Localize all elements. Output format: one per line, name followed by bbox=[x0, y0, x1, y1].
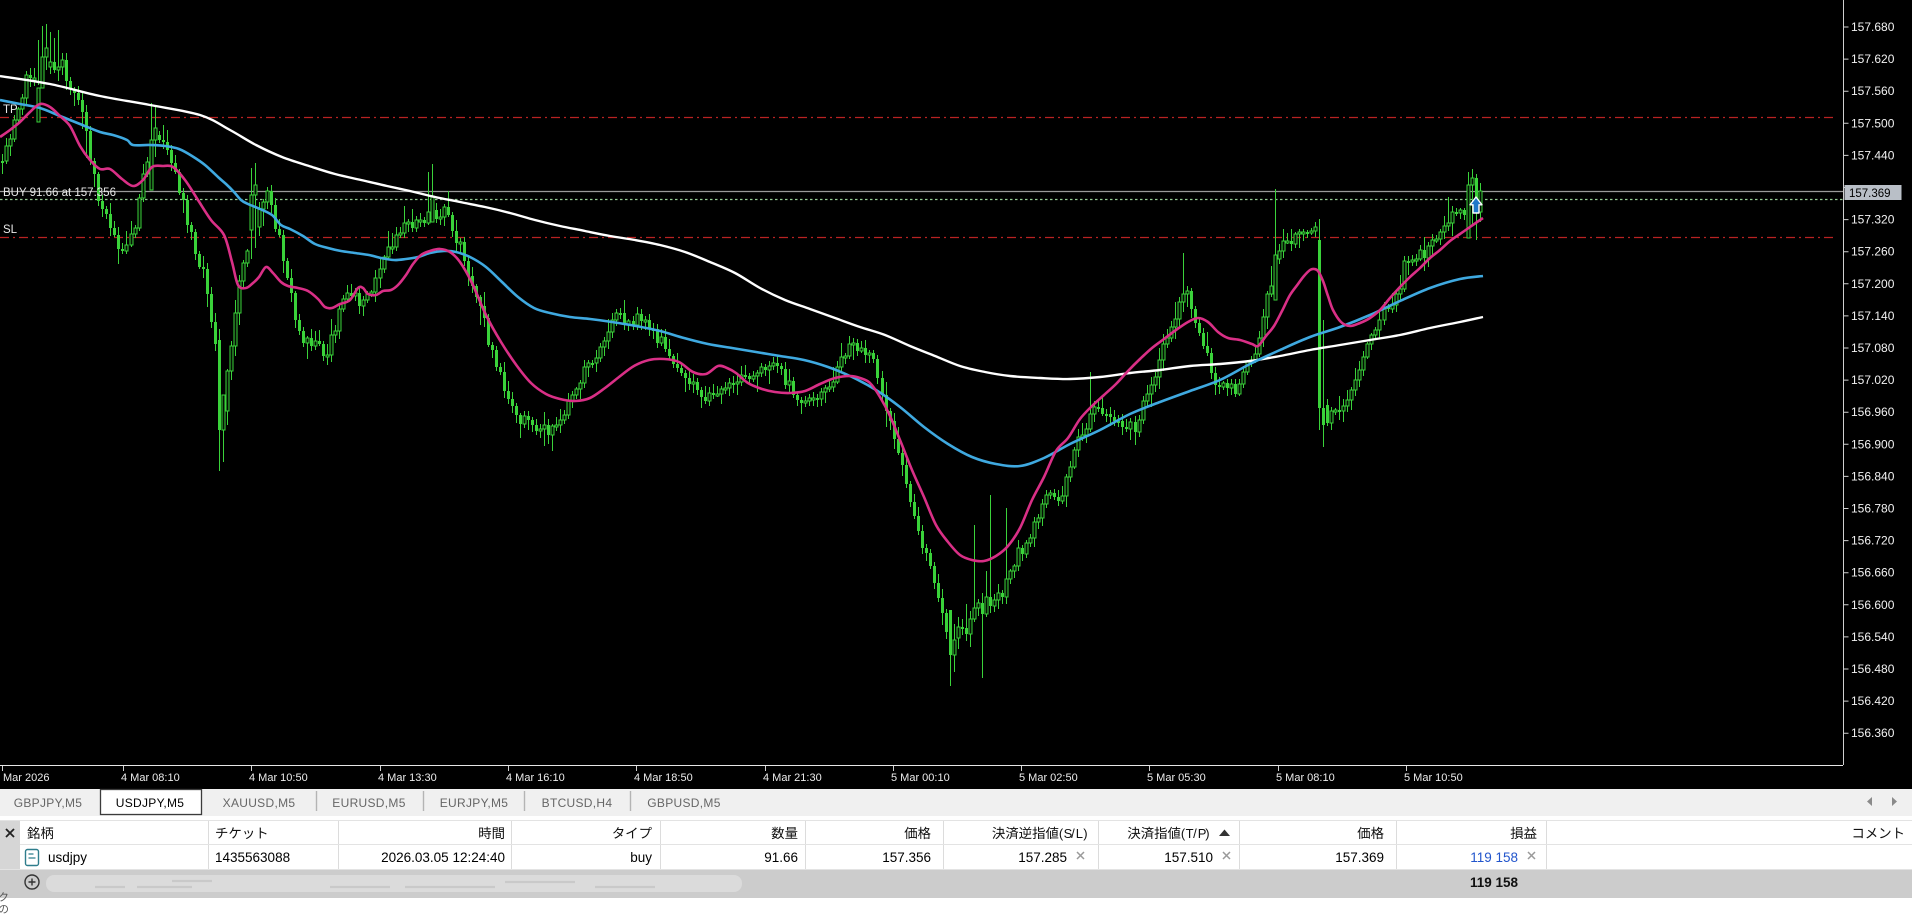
svg-text:157.560: 157.560 bbox=[1851, 84, 1895, 98]
svg-text:156.660: 156.660 bbox=[1851, 566, 1895, 580]
svg-text:156.480: 156.480 bbox=[1851, 662, 1895, 676]
svg-text:Mar 2026: Mar 2026 bbox=[3, 772, 49, 784]
svg-text:BUY 91.66 at 157.356: BUY 91.66 at 157.356 bbox=[3, 187, 116, 199]
svg-text:EURJPY,M5: EURJPY,M5 bbox=[440, 796, 509, 810]
svg-text:5 Mar 10:50: 5 Mar 10:50 bbox=[1404, 772, 1463, 784]
svg-text:156.600: 156.600 bbox=[1851, 598, 1895, 612]
svg-text:5 Mar 00:10: 5 Mar 00:10 bbox=[891, 772, 950, 784]
svg-text:157.020: 157.020 bbox=[1851, 373, 1895, 387]
svg-text:SL: SL bbox=[3, 224, 18, 236]
svg-text:157.320: 157.320 bbox=[1851, 213, 1895, 227]
svg-text:156.720: 156.720 bbox=[1851, 534, 1895, 548]
svg-text:156.780: 156.780 bbox=[1851, 502, 1895, 516]
svg-text:4 Mar 10:50: 4 Mar 10:50 bbox=[249, 772, 308, 784]
svg-text:5 Mar 02:50: 5 Mar 02:50 bbox=[1019, 772, 1078, 784]
svg-text:157.356: 157.356 bbox=[882, 850, 931, 865]
svg-text:2026.03.05 12:24:40: 2026.03.05 12:24:40 bbox=[381, 850, 505, 865]
svg-text:TP: TP bbox=[3, 104, 18, 116]
svg-text:4 Mar 08:10: 4 Mar 08:10 bbox=[121, 772, 180, 784]
svg-text:157.200: 157.200 bbox=[1851, 277, 1895, 291]
svg-text:1435563088: 1435563088 bbox=[215, 850, 290, 865]
svg-text:91.66: 91.66 bbox=[764, 850, 798, 865]
svg-text:157.680: 157.680 bbox=[1851, 20, 1895, 34]
svg-text:4 Mar 16:10: 4 Mar 16:10 bbox=[506, 772, 565, 784]
svg-text:): ) bbox=[1083, 826, 1087, 841]
svg-text:GBPJPY,M5: GBPJPY,M5 bbox=[14, 796, 83, 810]
svg-text:157.140: 157.140 bbox=[1851, 309, 1895, 323]
svg-text:157.440: 157.440 bbox=[1851, 148, 1895, 162]
svg-text:5 Mar 05:30: 5 Mar 05:30 bbox=[1147, 772, 1206, 784]
svg-text:157.500: 157.500 bbox=[1851, 116, 1895, 130]
svg-text:L: L bbox=[1076, 826, 1083, 841]
svg-text:/: / bbox=[1071, 826, 1075, 841]
svg-text:156.360: 156.360 bbox=[1851, 726, 1895, 740]
svg-text:): ) bbox=[1205, 826, 1209, 841]
svg-text:157.080: 157.080 bbox=[1851, 341, 1895, 355]
svg-text:157.620: 157.620 bbox=[1851, 52, 1895, 66]
svg-text:156.420: 156.420 bbox=[1851, 694, 1895, 708]
svg-text:4 Mar 21:30: 4 Mar 21:30 bbox=[763, 772, 822, 784]
svg-text:157.369: 157.369 bbox=[1849, 188, 1891, 200]
svg-text:157.260: 157.260 bbox=[1851, 245, 1895, 259]
svg-text:119 158: 119 158 bbox=[1470, 875, 1519, 890]
svg-text:156.900: 156.900 bbox=[1851, 437, 1895, 451]
svg-text:157.510: 157.510 bbox=[1164, 850, 1213, 865]
svg-text:USDJPY,M5: USDJPY,M5 bbox=[116, 796, 185, 810]
svg-text:buy: buy bbox=[630, 850, 652, 865]
svg-text:156.540: 156.540 bbox=[1851, 630, 1895, 644]
svg-text:EURUSD,M5: EURUSD,M5 bbox=[332, 796, 405, 810]
svg-text:XAUUSD,M5: XAUUSD,M5 bbox=[223, 796, 296, 810]
svg-text:4 Mar 18:50: 4 Mar 18:50 bbox=[634, 772, 693, 784]
svg-text:156.840: 156.840 bbox=[1851, 469, 1895, 483]
svg-text:5 Mar 08:10: 5 Mar 08:10 bbox=[1276, 772, 1335, 784]
svg-text:GBPUSD,M5: GBPUSD,M5 bbox=[647, 796, 720, 810]
svg-text:usdjpy: usdjpy bbox=[48, 850, 87, 865]
svg-text:4 Mar 13:30: 4 Mar 13:30 bbox=[378, 772, 437, 784]
svg-text:BTCUSD,H4: BTCUSD,H4 bbox=[542, 796, 613, 810]
svg-text:119 158: 119 158 bbox=[1470, 850, 1518, 865]
svg-text:157.369: 157.369 bbox=[1335, 850, 1384, 865]
svg-text:157.285: 157.285 bbox=[1018, 850, 1067, 865]
svg-text:/: / bbox=[1193, 826, 1197, 841]
svg-text:156.960: 156.960 bbox=[1851, 405, 1895, 419]
